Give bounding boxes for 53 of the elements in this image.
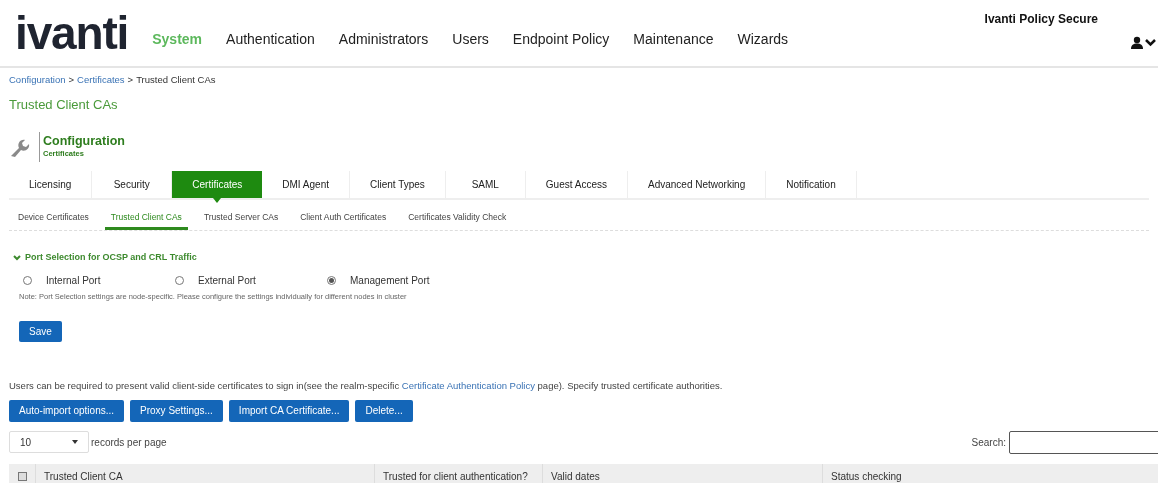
caret-down-icon: [72, 440, 78, 445]
nav-link[interactable]: Maintenance: [633, 29, 714, 50]
action-button[interactable]: Delete...: [355, 399, 413, 422]
records-select[interactable]: 10: [9, 431, 89, 454]
user-icon: [1131, 36, 1143, 49]
subtab[interactable]: Trusted Server CAs: [197, 207, 285, 230]
breadcrumb-link[interactable]: Certificates: [77, 73, 125, 88]
breadcrumb-separator: >: [127, 73, 134, 87]
subtab[interactable]: Certificates Validity Check: [402, 207, 513, 230]
tab[interactable]: Advanced Networking: [627, 170, 767, 198]
section-title: Configuration: [43, 134, 125, 149]
policy-link[interactable]: Certificate Authentication Policy: [401, 379, 535, 391]
subtab[interactable]: Trusted Client CAs: [104, 207, 188, 230]
tab[interactable]: Licensing: [9, 170, 93, 198]
action-button[interactable]: Import CA Certificate...: [228, 399, 350, 422]
breadcrumb-current: Trusted Client CAs: [136, 73, 216, 87]
action-button[interactable]: Proxy Settings...: [130, 399, 223, 422]
description-text: Users can be required to present valid client-side certificates to sign in(see the realm-specific Certificate Authentication Policy page). Specify trusted certificate authorities.: [9, 378, 724, 393]
page-title: Trusted Client CAs: [9, 96, 119, 115]
tab[interactable]: Notification: [766, 170, 857, 198]
radio-label: Management Port: [350, 274, 430, 289]
column-header: Trusted Client CA: [36, 463, 375, 483]
radio-label: Internal Port: [46, 274, 101, 289]
column-header: Trusted for client authentication?: [375, 463, 543, 483]
records-label: records per page: [91, 435, 167, 450]
radio-label: External Port: [198, 274, 256, 289]
tab[interactable]: DMI Agent: [262, 170, 350, 198]
nav-link[interactable]: Authentication: [226, 29, 315, 50]
user-menu-button[interactable]: [1131, 36, 1156, 49]
tab[interactable]: SAML: [445, 170, 526, 198]
nav-link[interactable]: Administrators: [338, 29, 429, 50]
breadcrumb-separator: >: [68, 73, 75, 87]
section-toggle[interactable]: Port Selection for OCSP and CRL Traffic: [13, 250, 197, 265]
logo-text: ivanti: [15, 10, 129, 56]
subtab[interactable]: Device Certificates: [12, 207, 95, 230]
tab[interactable]: Guest Access: [525, 170, 628, 198]
tab[interactable]: Client Types: [350, 170, 446, 198]
action-button[interactable]: Auto-import options...: [9, 399, 125, 422]
nav-link[interactable]: Endpoint Policy: [512, 29, 610, 50]
nav-link[interactable]: Wizards: [737, 29, 789, 50]
search-label: Search:: [971, 435, 1006, 450]
column-header: Valid dates: [543, 463, 823, 483]
breadcrumb-link[interactable]: Configuration: [9, 73, 66, 88]
search-field[interactable]: [1009, 430, 1158, 454]
nav-link[interactable]: Users: [452, 29, 489, 50]
chevron-down-icon: [13, 254, 21, 261]
save-button[interactable]: Save: [19, 320, 62, 342]
product-name: Ivanti Policy Secure: [984, 11, 1098, 28]
tab-pointer-icon: [213, 197, 222, 203]
select-all-checkbox[interactable]: [17, 472, 27, 482]
column-header: Status checking: [830, 470, 903, 483]
subtab[interactable]: Client Auth Certificates: [294, 207, 393, 230]
chevron-down-icon: [1145, 38, 1156, 47]
